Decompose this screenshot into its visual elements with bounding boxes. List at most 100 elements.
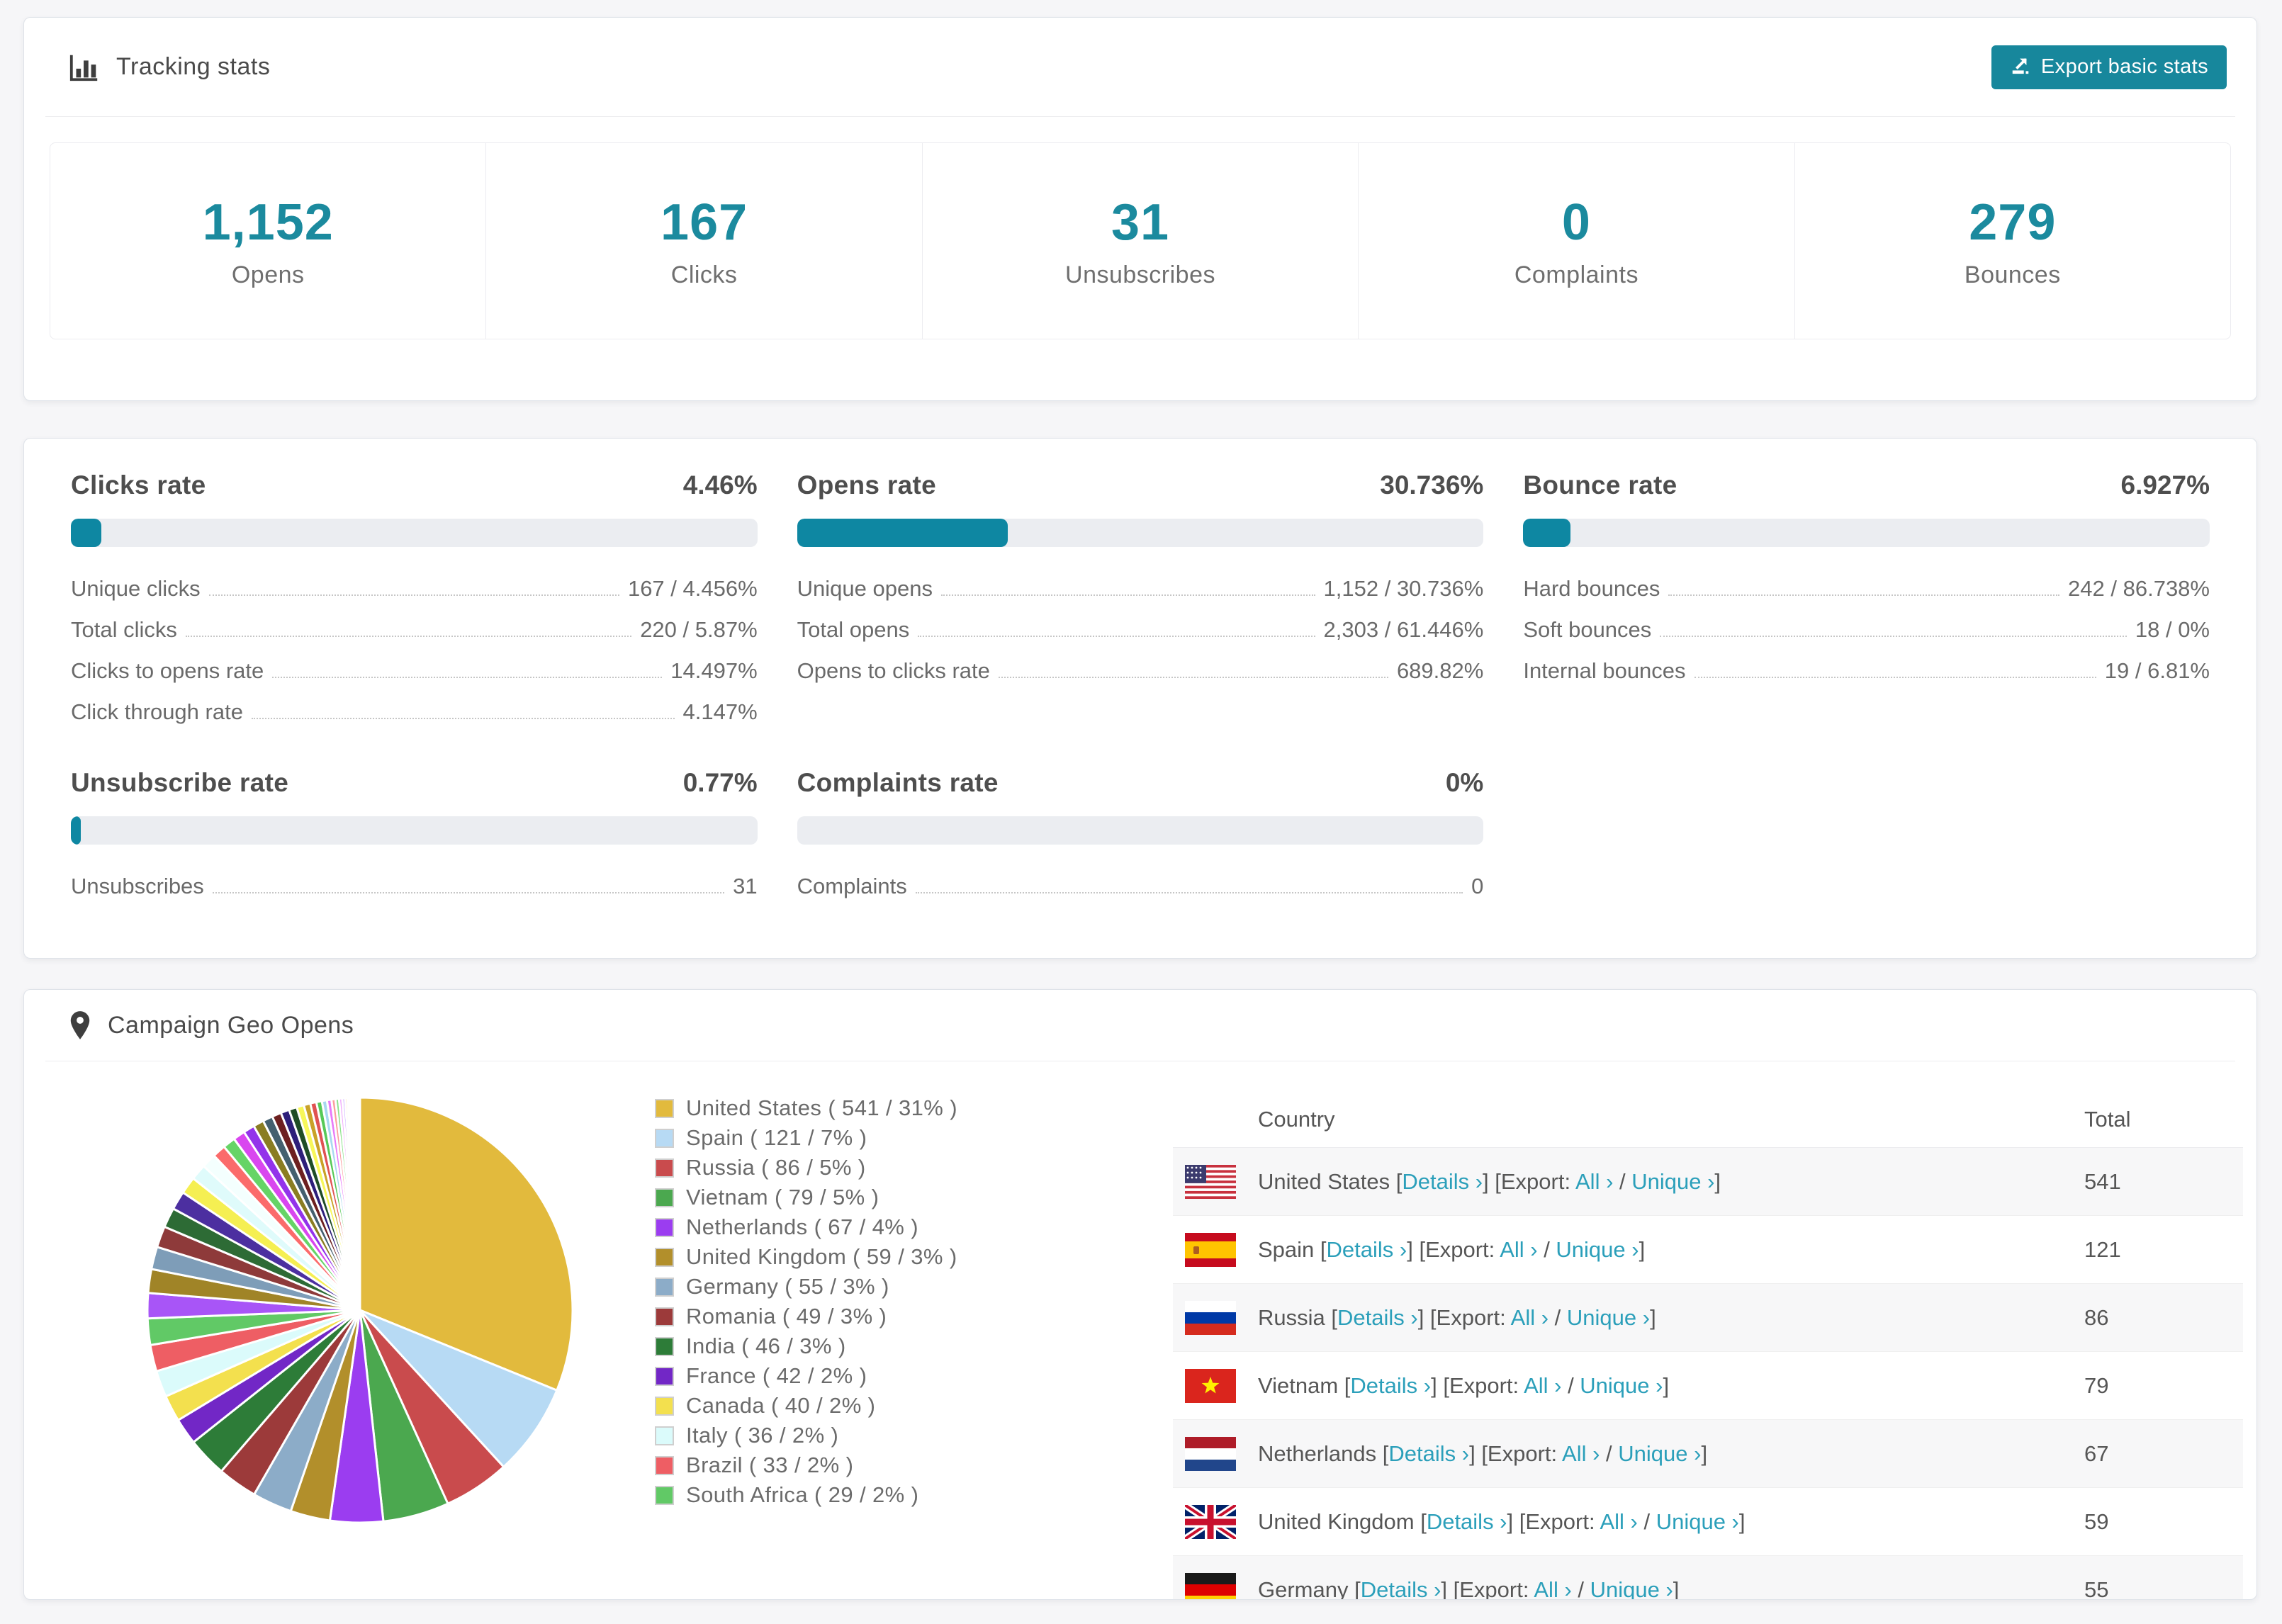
summary-label: Opens [231,261,305,288]
geo-table-header-total: Total [2084,1107,2131,1132]
legend-item-india: India ( 46 / 3% ) [655,1331,957,1361]
rate-panel-title: Bounce rate [1523,470,1677,500]
rate-panel-value: 4.46% [682,470,758,500]
country-name: Netherlands [1258,1440,1377,1466]
bracket: [ [1414,1509,1427,1534]
geo-row-country-cell: Spain [Details ›] [Export: All › / Uniqu… [1258,1237,1645,1263]
details-link[interactable]: Details › [1337,1305,1418,1330]
flag-vn [1185,1368,1236,1403]
export-unique-link[interactable]: Unique › [1656,1509,1739,1534]
country-name: Russia [1258,1304,1325,1330]
legend-item-germany: Germany ( 55 / 3% ) [655,1272,957,1302]
flag-nl [1185,1436,1236,1471]
dotted-leader [998,677,1388,678]
legend-swatch [655,1396,674,1416]
geo-row-country-cell: Russia [Details ›] [Export: All › / Uniq… [1258,1305,1656,1331]
legend-swatch [655,1307,674,1326]
tracking-stats-title: Tracking stats [68,51,270,84]
flag-de [1185,1572,1236,1599]
rates-card: Clicks rate 4.46% Unique clicks 167 / 4.456… [23,438,2257,959]
bracket-export-label: ] [Export: [1431,1372,1524,1398]
geo-row-united-kingdom: United Kingdom [Details ›] [Export: All … [1173,1488,2243,1556]
bracket: [ [1390,1168,1403,1194]
export-all-link[interactable]: All › [1600,1509,1637,1534]
campaign-geo-opens-card: Campaign Geo Opens United States ( 541 /… [23,989,2257,1600]
rate-progress-fill [71,816,81,845]
rate-row-value: 167 / 4.456% [627,576,758,601]
export-all-link[interactable]: All › [1534,1577,1571,1600]
export-unique-link[interactable]: Unique › [1631,1169,1714,1194]
dotted-leader [1668,594,2060,596]
rate-panel-bounce-rate: Bounce rate 6.927% Hard bounces 242 / 86.73… [1523,470,2210,733]
rate-panel-head: Complaints rate 0% [797,768,1484,798]
rate-row-value: 18 / 0% [2135,617,2210,642]
export-button-label: Export basic stats [2040,55,2208,78]
bracket: [ [1338,1372,1351,1398]
rate-rows: Unique opens 1,152 / 30.736% Total opens 2,… [797,568,1484,692]
flag-gb [1185,1504,1236,1539]
export-unique-link[interactable]: Unique › [1590,1577,1673,1600]
export-icon [2010,54,2031,81]
legend-swatch [655,1188,674,1207]
rate-row-value: 242 / 86.738% [2068,576,2210,601]
bracket-export-label: ] [Export: [1417,1304,1511,1330]
rate-panel-opens-rate: Opens rate 30.736% Unique opens 1,152 / 30.… [797,470,1484,733]
bracket: ] [1701,1440,1708,1466]
details-link[interactable]: Details › [1350,1373,1431,1398]
details-link[interactable]: Details › [1402,1169,1483,1194]
summary-label: Bounces [1964,261,2061,288]
geo-row-total: 86 [2084,1304,2109,1330]
summary-stats-row: 1,152 Opens 167 Clicks 31 Unsubscribes 0 Compla… [50,142,2232,339]
rate-rows: Complaints 0 [797,866,1484,907]
export-unique-link[interactable]: Unique › [1618,1441,1701,1466]
legend-label: Vietnam ( 79 / 5% ) [686,1185,879,1209]
export-unique-link[interactable]: Unique › [1567,1305,1650,1330]
rate-panel-title: Clicks rate [71,470,206,500]
rate-row-label: Internal bounces [1523,658,1686,683]
rate-row-label: Hard bounces [1523,576,1660,601]
rate-row-internal-bounces: Internal bounces 19 / 6.81% [1523,650,2210,692]
legend-item-south-africa: South Africa ( 29 / 2% ) [655,1480,957,1510]
export-unique-link[interactable]: Unique › [1556,1237,1639,1262]
bracket: ] [1639,1236,1646,1262]
summary-value: 167 [661,193,748,251]
details-link[interactable]: Details › [1388,1441,1469,1466]
geo-row-netherlands: Netherlands [Details ›] [Export: All › /… [1173,1420,2243,1488]
summary-label: Unsubscribes [1065,261,1215,288]
summary-box-unsubscribes: 31 Unsubscribes [921,142,1359,339]
rate-panel-value: 0.77% [682,768,758,797]
export-unique-link[interactable]: Unique › [1580,1373,1663,1398]
legend-label: Canada ( 40 / 2% ) [686,1393,876,1418]
geo-row-vietnam: Vietnam [Details ›] [Export: All › / Uni… [1173,1352,2243,1420]
flag-es [1185,1232,1236,1267]
dotted-leader [251,718,675,719]
export-all-link[interactable]: All › [1575,1169,1613,1194]
legend-item-vietnam: Vietnam ( 79 / 5% ) [655,1183,957,1212]
dotted-leader [1660,636,2127,637]
details-link[interactable]: Details › [1427,1509,1507,1534]
rate-row-label: Total clicks [71,617,177,642]
export-all-link[interactable]: All › [1524,1373,1561,1398]
geo-pie-chart[interactable] [142,1093,578,1528]
rate-row-label: Unique opens [797,576,933,601]
export-all-link[interactable]: All › [1562,1441,1600,1466]
legend-label: Netherlands ( 67 / 4% ) [686,1214,918,1239]
pie-slice[interactable] [358,1096,361,1312]
legend-swatch [655,1336,674,1356]
geo-title-text: Campaign Geo Opens [108,1011,354,1039]
rate-panel-value: 6.927% [2120,470,2210,500]
rate-rows: Hard bounces 242 / 86.738% Soft bounces 18 … [1523,568,2210,692]
legend-item-united-kingdom: United Kingdom ( 59 / 3% ) [655,1242,957,1272]
export-all-link[interactable]: All › [1500,1237,1537,1262]
legend-label: Romania ( 49 / 3% ) [686,1304,887,1329]
export-all-link[interactable]: All › [1511,1305,1548,1330]
bracket-export-label: ] [Export: [1407,1236,1500,1262]
summary-label: Clicks [670,261,738,288]
geo-table: Country Total United States [Details ›] … [1173,1092,2243,1600]
details-link[interactable]: Details › [1361,1577,1441,1600]
geo-row-united-states: United States [Details ›] [Export: All ›… [1173,1148,2243,1216]
export-basic-stats-button[interactable]: Export basic stats [1991,45,2227,89]
geo-row-country-cell: Germany [Details ›] [Export: All › / Uni… [1258,1577,1679,1600]
details-link[interactable]: Details › [1327,1237,1407,1262]
rate-panel-clicks-rate: Clicks rate 4.46% Unique clicks 167 / 4.456… [71,470,758,733]
